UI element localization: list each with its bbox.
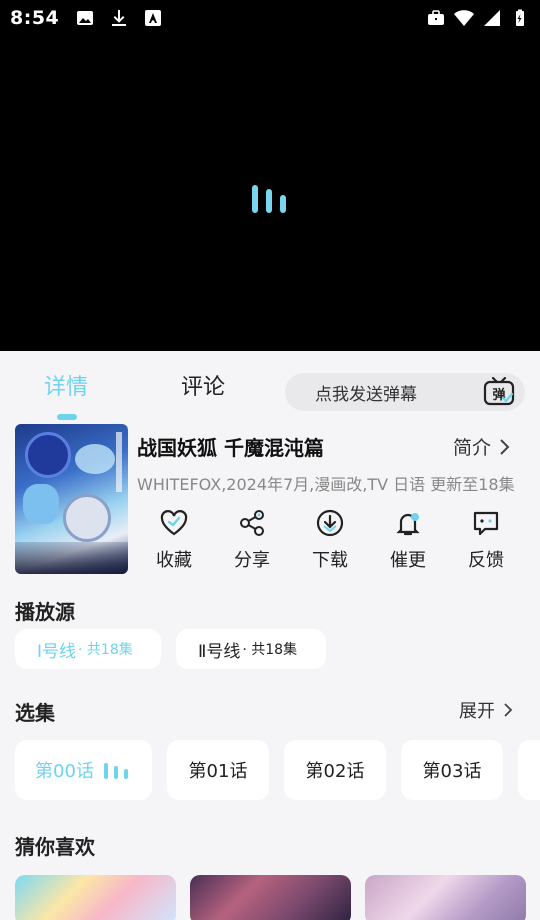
briefcase-icon [428, 10, 444, 25]
download-circle-icon [316, 509, 344, 537]
share-label: 分享 [234, 550, 270, 571]
loading-indicator-icon [252, 185, 286, 213]
tab-comments[interactable]: 评论 [181, 369, 225, 401]
download-button[interactable]: 下载 [291, 506, 369, 572]
source-section-title: 播放源 [15, 600, 75, 624]
intro-label: 简介 [453, 437, 492, 459]
anime-poster[interactable] [15, 424, 128, 574]
recommend-section-title: 猜你喜欢 [15, 835, 95, 859]
tab-active-indicator [57, 414, 77, 420]
share-icon [240, 510, 264, 536]
favorite-label: 收藏 [156, 550, 192, 571]
recommend-card[interactable] [365, 875, 526, 920]
font-a-icon [145, 10, 162, 26]
anime-meta: WHITEFOX,2024年7月,漫画改,TV 日语 更新至18集 [137, 475, 515, 494]
wifi-icon [454, 10, 474, 26]
episode-item[interactable]: 第01话 [167, 740, 269, 800]
share-button[interactable]: 分享 [213, 506, 291, 572]
episode-item[interactable]: 第00话 [15, 740, 152, 800]
episode-item[interactable]: 第03话 [401, 740, 503, 800]
urge-update-button[interactable]: 催更 [369, 506, 447, 572]
favorite-button[interactable]: 收藏 [135, 506, 213, 572]
episode-label: 第01话 [188, 761, 248, 782]
tab-details[interactable]: 详情 [44, 369, 88, 401]
source-line-1-name: Ⅰ号线 [37, 641, 77, 662]
tab-bar: 详情 评论 点我发送弹幕 弹 [0, 361, 540, 420]
danmaku-toggle-icon[interactable]: 弹 [483, 376, 517, 408]
status-right-icons [426, 8, 530, 28]
urge-update-label: 催更 [390, 550, 426, 571]
download-label: 下载 [312, 550, 348, 571]
status-bar: 8:54 [0, 0, 540, 36]
episode-item-partial[interactable] [518, 740, 540, 800]
source-line-1[interactable]: Ⅰ号线 · 共18集 [15, 629, 161, 669]
download-icon [112, 10, 127, 26]
episode-list: 第00话 第01话 第02话 第03话 [15, 740, 540, 800]
danmaku-icon-label: 弹 [492, 387, 505, 403]
video-player[interactable] [0, 36, 540, 351]
recommend-card[interactable] [190, 875, 351, 920]
episode-label: 第00话 [35, 761, 94, 782]
battery-charging-icon [516, 9, 524, 26]
episode-item[interactable]: 第02话 [284, 740, 386, 800]
playing-indicator-icon [103, 763, 128, 779]
chevron-right-icon [500, 438, 510, 455]
recommend-card[interactable] [15, 875, 176, 920]
bell-icon [396, 513, 420, 536]
episodes-section-title: 选集 [15, 701, 55, 725]
danmaku-placeholder: 点我发送弹幕 [315, 384, 417, 405]
source-line-1-count: · 共18集 [78, 642, 133, 658]
feedback-label: 反馈 [468, 550, 504, 571]
expand-label: 展开 [459, 701, 495, 722]
signal-icon [484, 10, 500, 26]
action-row: 收藏 分享 下载 催更 反馈 [135, 506, 525, 576]
source-line-2-name: Ⅱ号线 [198, 641, 241, 662]
feedback-button[interactable]: 反馈 [447, 506, 525, 572]
episode-label: 第02话 [305, 761, 365, 782]
heart-icon [160, 510, 188, 536]
danmaku-input[interactable]: 点我发送弹幕 弹 [285, 373, 525, 411]
intro-button[interactable]: 简介 [453, 433, 511, 460]
status-left-icons [75, 8, 163, 28]
source-line-2[interactable]: Ⅱ号线 · 共18集 [176, 629, 326, 669]
anime-title: 战国妖狐 千魔混沌篇 [137, 436, 324, 460]
feedback-icon [473, 511, 499, 536]
detail-panel: 详情 评论 点我发送弹幕 弹 战国妖狐 千魔混沌篇 简介 WHITEFOX,20… [0, 351, 540, 920]
episode-label: 第03话 [422, 761, 482, 782]
status-time: 8:54 [10, 7, 60, 29]
source-line-2-count: · 共18集 [242, 642, 298, 658]
expand-episodes-button[interactable]: 展开 [459, 697, 513, 723]
chevron-right-icon [504, 703, 513, 717]
image-icon [77, 11, 94, 25]
